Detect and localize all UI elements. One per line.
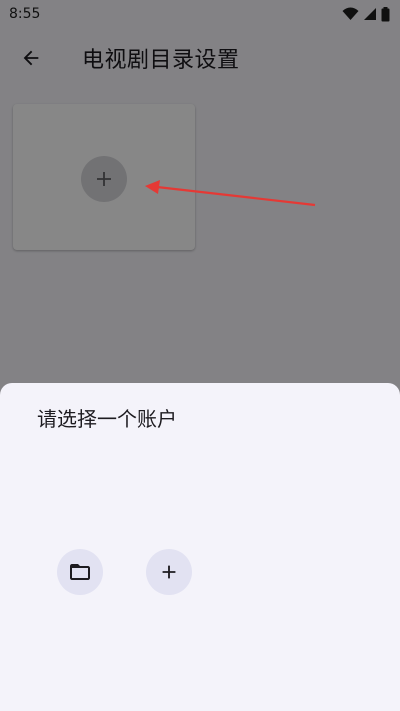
account-bottom-sheet: 请选择一个账户: [0, 383, 400, 711]
plus-icon: [162, 565, 176, 579]
folder-icon: [70, 564, 90, 580]
local-folder-button[interactable]: [57, 549, 103, 595]
add-account-button[interactable]: [146, 549, 192, 595]
sheet-title: 请选择一个账户: [37, 407, 177, 431]
